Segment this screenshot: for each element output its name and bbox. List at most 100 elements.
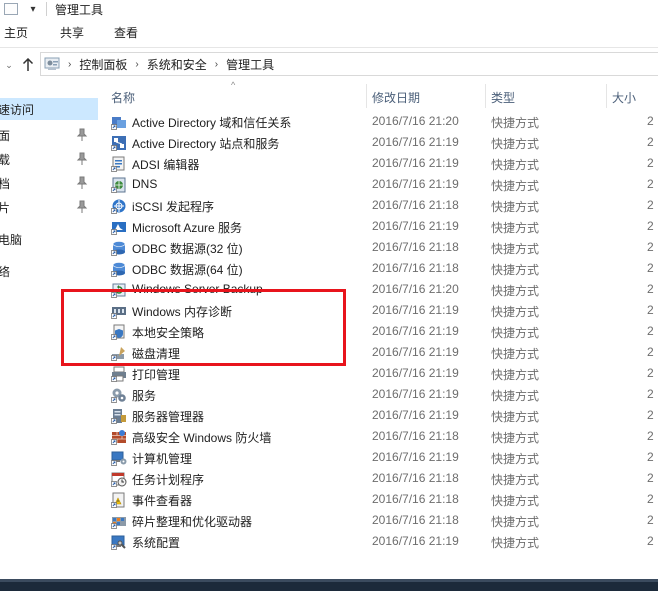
file-row[interactable]: 事件查看器 2016/7/16 21:18 快捷方式 2	[104, 489, 658, 510]
file-date: 2016/7/16 21:18	[372, 198, 459, 212]
server-manager-icon	[111, 408, 127, 424]
column-header-date[interactable]: 修改日期	[372, 86, 420, 108]
file-type: 快捷方式	[491, 389, 540, 403]
file-row[interactable]: 打印管理 2016/7/16 21:19 快捷方式 2	[104, 363, 658, 384]
file-size: 2	[647, 345, 654, 359]
tab-view[interactable]: 查看	[114, 24, 138, 41]
breadcrumb-chevron-icon[interactable]: ›	[135, 59, 138, 70]
file-type: 快捷方式	[491, 473, 540, 487]
file-size: 2	[647, 408, 654, 422]
pin-icon[interactable]	[76, 128, 88, 142]
column-header-type[interactable]: 类型	[491, 86, 515, 108]
file-name: 事件查看器	[132, 494, 193, 508]
file-row[interactable]: ADSI 编辑器 2016/7/16 21:19 快捷方式 2	[104, 153, 658, 174]
file-name: ODBC 数据源(64 位)	[132, 263, 243, 277]
address-bar[interactable]: › 控制面板 › 系统和安全 › 管理工具	[40, 52, 658, 76]
defrag-icon	[111, 513, 127, 529]
file-row[interactable]: Active Directory 域和信任关系 2016/7/16 21:20 快捷…	[104, 111, 658, 132]
file-row[interactable]: DNS 2016/7/16 21:19 快捷方式 2	[104, 174, 658, 195]
file-date: 2016/7/16 21:18	[372, 492, 459, 506]
breadcrumb-admin-tools[interactable]: 管理工具	[226, 56, 274, 73]
file-date: 2016/7/16 21:18	[372, 261, 459, 275]
pin-icon[interactable]	[76, 200, 88, 214]
nav-item-network[interactable]: 络	[0, 260, 98, 282]
column-divider[interactable]	[485, 84, 486, 108]
breadcrumb-system-security[interactable]: 系统和安全	[147, 56, 207, 73]
title-bar: ▾ 管理工具	[0, 0, 658, 18]
pin-icon[interactable]	[76, 152, 88, 166]
file-name: 服务	[132, 389, 157, 403]
file-date: 2016/7/16 21:19	[372, 366, 459, 380]
sort-ascending-icon: ^	[231, 80, 236, 90]
system-config-icon	[111, 534, 127, 550]
tab-share[interactable]: 共享	[60, 24, 84, 41]
breadcrumb-control-panel[interactable]: 控制面板	[79, 56, 127, 73]
nav-item-label: 速访问	[0, 102, 35, 117]
file-row[interactable]: Active Directory 站点和服务 2016/7/16 21:19 快捷方…	[104, 132, 658, 153]
nav-item-label: 面	[0, 128, 11, 143]
recent-locations-chevron-icon[interactable]: ⌄	[2, 60, 16, 71]
file-row[interactable]: 高级安全 Windows 防火墙 2016/7/16 21:18 快捷方式 2	[104, 426, 658, 447]
column-divider[interactable]	[366, 84, 367, 108]
column-header-name[interactable]: 名称	[111, 86, 135, 108]
ad-sites-icon	[111, 135, 127, 151]
file-size: 2	[647, 219, 654, 233]
dns-icon	[111, 177, 127, 193]
file-size: 2	[647, 135, 654, 149]
file-size: 2	[647, 429, 654, 443]
file-size: 2	[647, 282, 654, 296]
file-row[interactable]: 服务器管理器 2016/7/16 21:19 快捷方式 2	[104, 405, 658, 426]
nav-item-desktop[interactable]: 面	[0, 124, 98, 146]
breadcrumb-chevron-icon[interactable]: ›	[215, 59, 218, 70]
file-size: 2	[647, 303, 654, 317]
up-arrow-icon[interactable]	[20, 56, 36, 74]
file-row[interactable]: ODBC 数据源(64 位) 2016/7/16 21:18 快捷方式 2	[104, 258, 658, 279]
file-type: 快捷方式	[491, 452, 540, 466]
file-type: 快捷方式	[491, 431, 540, 445]
nav-item-this-pc[interactable]: 电脑	[0, 228, 98, 250]
file-size: 2	[647, 198, 654, 212]
column-divider[interactable]	[606, 84, 607, 108]
pin-icon[interactable]	[76, 176, 88, 190]
file-row[interactable]: Microsoft Azure 服务 2016/7/16 21:19 快捷方式 2	[104, 216, 658, 237]
column-header-size[interactable]: 大小	[612, 86, 636, 108]
file-type: 快捷方式	[491, 284, 540, 298]
file-row[interactable]: 系统配置 2016/7/16 21:19 快捷方式 2	[104, 531, 658, 552]
nav-item-pictures[interactable]: 片	[0, 196, 98, 218]
breadcrumb-chevron-icon[interactable]: ›	[68, 59, 71, 70]
odbc-icon	[111, 261, 127, 277]
nav-item-documents[interactable]: 档	[0, 172, 98, 194]
file-date: 2016/7/16 21:19	[372, 408, 459, 422]
tab-home[interactable]: 主页	[4, 24, 28, 41]
file-size: 2	[647, 492, 654, 506]
print-management-icon	[111, 366, 127, 382]
control-panel-icon	[44, 56, 60, 72]
computer-management-icon	[111, 450, 127, 466]
quick-access-folder-icon[interactable]	[4, 3, 18, 15]
file-size: 2	[647, 534, 654, 548]
file-name: Active Directory 站点和服务	[132, 137, 280, 151]
file-row[interactable]: 计算机管理 2016/7/16 21:19 快捷方式 2	[104, 447, 658, 468]
file-type: 快捷方式	[491, 200, 540, 214]
customize-quick-access-dropdown-icon[interactable]: ▾	[28, 4, 38, 15]
file-type: 快捷方式	[491, 137, 540, 151]
nav-item-quick-access[interactable]: 速访问	[0, 98, 98, 120]
file-row[interactable]: ODBC 数据源(32 位) 2016/7/16 21:18 快捷方式 2	[104, 237, 658, 258]
file-name: ODBC 数据源(32 位)	[132, 242, 243, 256]
file-type: 快捷方式	[491, 536, 540, 550]
file-row[interactable]: 服务 2016/7/16 21:19 快捷方式 2	[104, 384, 658, 405]
file-name: Microsoft Azure 服务	[132, 221, 243, 235]
file-name: 服务器管理器	[132, 410, 205, 424]
file-name: 任务计划程序	[132, 473, 205, 487]
file-row[interactable]: iSCSI 发起程序 2016/7/16 21:18 快捷方式 2	[104, 195, 658, 216]
file-date: 2016/7/16 21:19	[372, 303, 459, 317]
file-date: 2016/7/16 21:20	[372, 114, 459, 128]
file-date: 2016/7/16 21:18	[372, 471, 459, 485]
nav-item-label: 档	[0, 176, 11, 191]
file-type: 快捷方式	[491, 242, 540, 256]
file-type: 快捷方式	[491, 179, 540, 193]
file-row[interactable]: 碎片整理和优化驱动器 2016/7/16 21:18 快捷方式 2	[104, 510, 658, 531]
file-name: DNS	[132, 177, 158, 191]
nav-item-downloads[interactable]: 载	[0, 148, 98, 170]
file-row[interactable]: 任务计划程序 2016/7/16 21:18 快捷方式 2	[104, 468, 658, 489]
